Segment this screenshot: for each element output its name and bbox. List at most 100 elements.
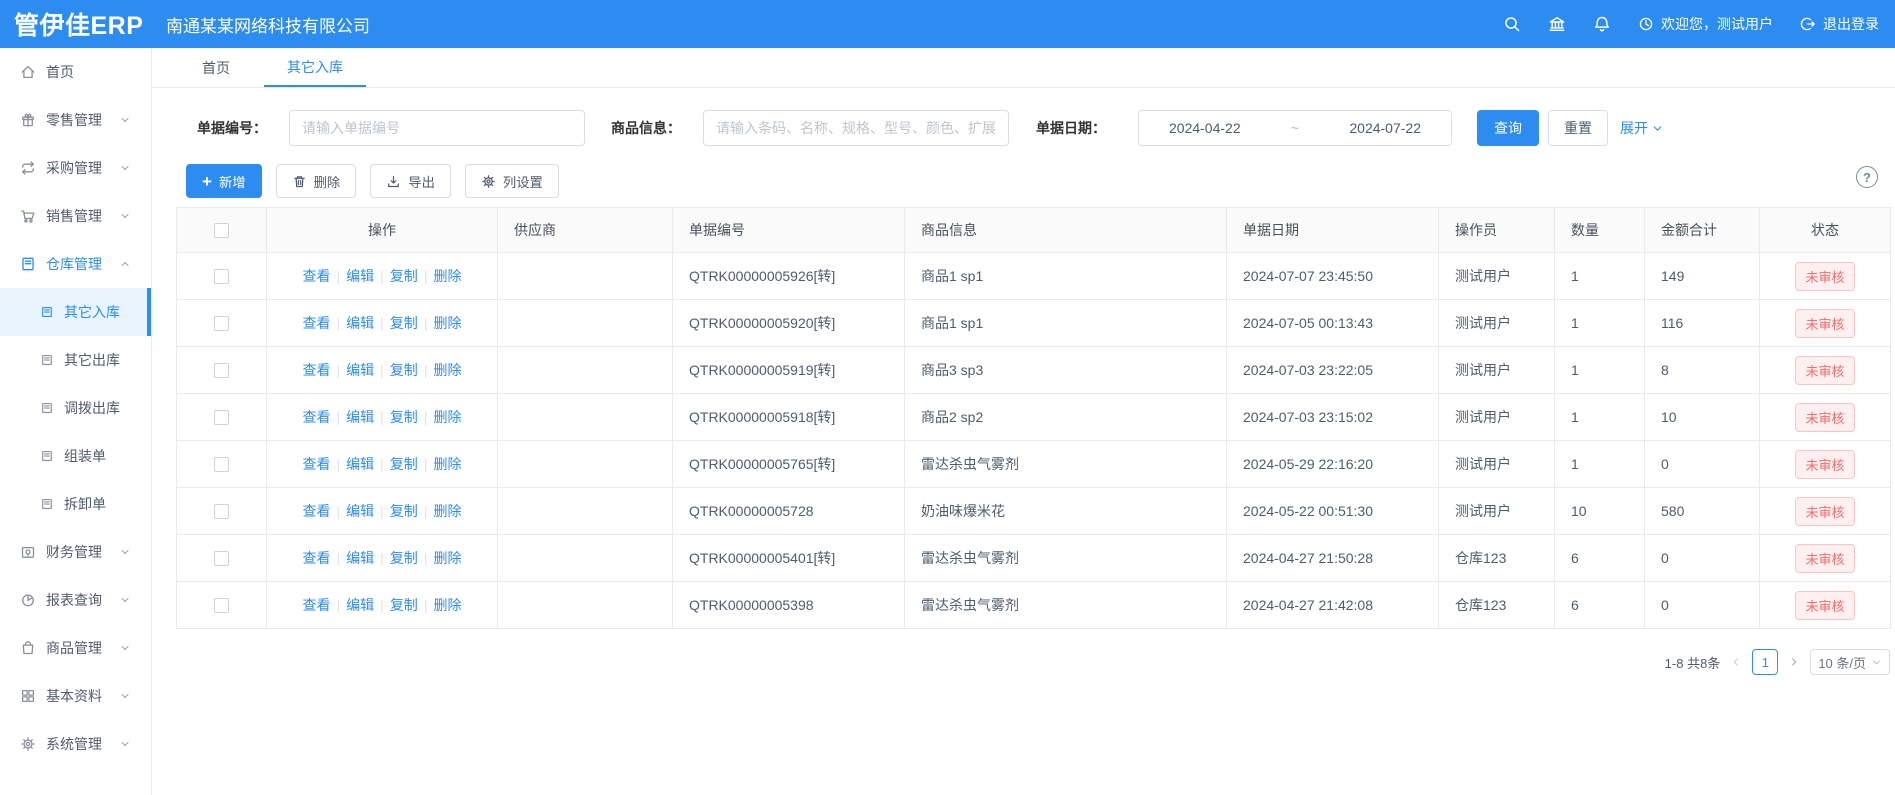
sidebar-item-label: 报表查询 bbox=[46, 590, 102, 610]
sidebar-item-basic-data[interactable]: 基本资料 bbox=[0, 672, 151, 720]
header-actions: 操作 bbox=[267, 208, 498, 253]
delete-link[interactable]: 删除 bbox=[433, 503, 461, 519]
sidebar-item-purchase[interactable]: 采购管理 bbox=[0, 144, 151, 192]
sidebar-item-retail[interactable]: 零售管理 bbox=[0, 96, 151, 144]
delete-link[interactable]: 删除 bbox=[433, 550, 461, 566]
sidebar-item-sales[interactable]: 销售管理 bbox=[0, 192, 151, 240]
edit-link[interactable]: 编辑 bbox=[346, 597, 374, 613]
sidebar-item-warehouse[interactable]: 仓库管理 bbox=[0, 240, 151, 288]
edit-link[interactable]: 编辑 bbox=[346, 268, 374, 284]
view-link[interactable]: 查看 bbox=[303, 409, 331, 425]
view-link[interactable]: 查看 bbox=[303, 550, 331, 566]
pagination: 1-8 共8条 1 10 条/页 bbox=[176, 649, 1890, 675]
delete-link[interactable]: 删除 bbox=[433, 315, 461, 331]
help-icon[interactable]: ? bbox=[1856, 166, 1878, 188]
view-link[interactable]: 查看 bbox=[303, 456, 331, 472]
date-range-picker[interactable]: 2024-04-22 ~ 2024-07-22 bbox=[1138, 110, 1452, 146]
add-button[interactable]: + 新增 bbox=[186, 164, 262, 198]
sidebar-item-system[interactable]: 系统管理 bbox=[0, 720, 151, 768]
delete-link[interactable]: 删除 bbox=[433, 409, 461, 425]
row-checkbox[interactable] bbox=[214, 504, 229, 519]
row-checkbox[interactable] bbox=[214, 363, 229, 378]
edit-link[interactable]: 编辑 bbox=[346, 362, 374, 378]
action-separator: | bbox=[337, 409, 341, 425]
view-link[interactable]: 查看 bbox=[303, 503, 331, 519]
view-link[interactable]: 查看 bbox=[303, 315, 331, 331]
copy-link[interactable]: 复制 bbox=[390, 597, 418, 613]
sidebar-item-products[interactable]: 商品管理 bbox=[0, 624, 151, 672]
sidebar-item-home[interactable]: 首页 bbox=[0, 48, 151, 96]
product-info-label: 商品信息： bbox=[611, 118, 681, 138]
bell-icon[interactable] bbox=[1593, 15, 1611, 33]
page-number-1[interactable]: 1 bbox=[1752, 649, 1778, 675]
delete-link[interactable]: 删除 bbox=[433, 456, 461, 472]
page-size-select[interactable]: 10 条/页 bbox=[1810, 649, 1890, 675]
amount-cell: 0 bbox=[1645, 535, 1760, 582]
row-checkbox[interactable] bbox=[214, 269, 229, 284]
bank-icon[interactable] bbox=[1548, 15, 1566, 33]
sidebar-item-finance[interactable]: 财务管理 bbox=[0, 528, 151, 576]
bill-date-label: 单据日期： bbox=[1036, 118, 1106, 138]
bill-no-input[interactable] bbox=[289, 110, 585, 146]
supplier-cell bbox=[498, 488, 673, 535]
query-button[interactable]: 查询 bbox=[1477, 110, 1539, 146]
copy-link[interactable]: 复制 bbox=[390, 503, 418, 519]
grid-icon bbox=[20, 688, 36, 704]
welcome-user[interactable]: 欢迎您，测试用户 bbox=[1638, 14, 1773, 34]
sidebar-item-label: 系统管理 bbox=[46, 734, 102, 754]
copy-link[interactable]: 复制 bbox=[390, 550, 418, 566]
product-info-input[interactable] bbox=[703, 110, 1009, 146]
copy-link[interactable]: 复制 bbox=[390, 315, 418, 331]
edit-link[interactable]: 编辑 bbox=[346, 409, 374, 425]
next-page-icon[interactable] bbox=[1788, 656, 1800, 668]
delete-button[interactable]: 删除 bbox=[276, 164, 357, 198]
edit-link[interactable]: 编辑 bbox=[346, 503, 374, 519]
column-settings-button[interactable]: 列设置 bbox=[465, 164, 559, 198]
row-actions: 查看|编辑|复制|删除 bbox=[267, 253, 498, 300]
view-link[interactable]: 查看 bbox=[303, 268, 331, 284]
copy-link[interactable]: 复制 bbox=[390, 409, 418, 425]
row-checkbox[interactable] bbox=[214, 551, 229, 566]
export-button[interactable]: 导出 bbox=[370, 164, 451, 198]
select-all-checkbox[interactable] bbox=[214, 223, 229, 238]
copy-link[interactable]: 复制 bbox=[390, 362, 418, 378]
sidebar-item-reports[interactable]: 报表查询 bbox=[0, 576, 151, 624]
delete-link[interactable]: 删除 bbox=[433, 597, 461, 613]
view-link[interactable]: 查看 bbox=[303, 597, 331, 613]
inbound-table: 操作 供应商 单据编号 商品信息 单据日期 操作员 数量 金额合计 状态 查看|… bbox=[176, 207, 1891, 629]
prev-page-icon[interactable] bbox=[1730, 656, 1742, 668]
gear-icon bbox=[481, 174, 496, 189]
sidebar-item-other-outbound[interactable]: 其它出库 bbox=[0, 336, 151, 384]
sidebar-item-disassembly-order[interactable]: 拆卸单 bbox=[0, 480, 151, 528]
reset-button[interactable]: 重置 bbox=[1548, 110, 1608, 146]
topbar: 管伊佳ERP 南通某某网络科技有限公司 欢迎您，测试用户 退出登录 bbox=[0, 0, 1895, 48]
edit-link[interactable]: 编辑 bbox=[346, 315, 374, 331]
copy-link[interactable]: 复制 bbox=[390, 456, 418, 472]
sidebar: 首页零售管理采购管理销售管理仓库管理其它入库其它出库调拨出库组装单拆卸单财务管理… bbox=[0, 48, 152, 795]
row-checkbox[interactable] bbox=[214, 598, 229, 613]
copy-link[interactable]: 复制 bbox=[390, 268, 418, 284]
expand-link[interactable]: 展开 bbox=[1620, 118, 1664, 138]
row-checkbox[interactable] bbox=[214, 410, 229, 425]
search-icon[interactable] bbox=[1503, 15, 1521, 33]
qty-cell: 1 bbox=[1555, 441, 1645, 488]
sidebar-item-other-inbound[interactable]: 其它入库 bbox=[0, 288, 151, 336]
sidebar-item-transfer-outbound[interactable]: 调拨出库 bbox=[0, 384, 151, 432]
chevron-down-icon bbox=[119, 546, 131, 558]
delete-link[interactable]: 删除 bbox=[433, 268, 461, 284]
edit-link[interactable]: 编辑 bbox=[346, 456, 374, 472]
row-checkbox[interactable] bbox=[214, 316, 229, 331]
tab-home[interactable]: 首页 bbox=[200, 48, 232, 87]
action-separator: | bbox=[337, 503, 341, 519]
delete-link[interactable]: 删除 bbox=[433, 362, 461, 378]
action-separator: | bbox=[380, 597, 384, 613]
tab-other-inbound[interactable]: 其它入库 bbox=[264, 48, 366, 87]
edit-link[interactable]: 编辑 bbox=[346, 550, 374, 566]
action-separator: | bbox=[337, 268, 341, 284]
row-checkbox[interactable] bbox=[214, 457, 229, 472]
header-operator: 操作员 bbox=[1439, 208, 1555, 253]
doc-sub-icon bbox=[40, 305, 54, 319]
view-link[interactable]: 查看 bbox=[303, 362, 331, 378]
logout-button[interactable]: 退出登录 bbox=[1800, 14, 1879, 34]
sidebar-item-assembly-order[interactable]: 组装单 bbox=[0, 432, 151, 480]
